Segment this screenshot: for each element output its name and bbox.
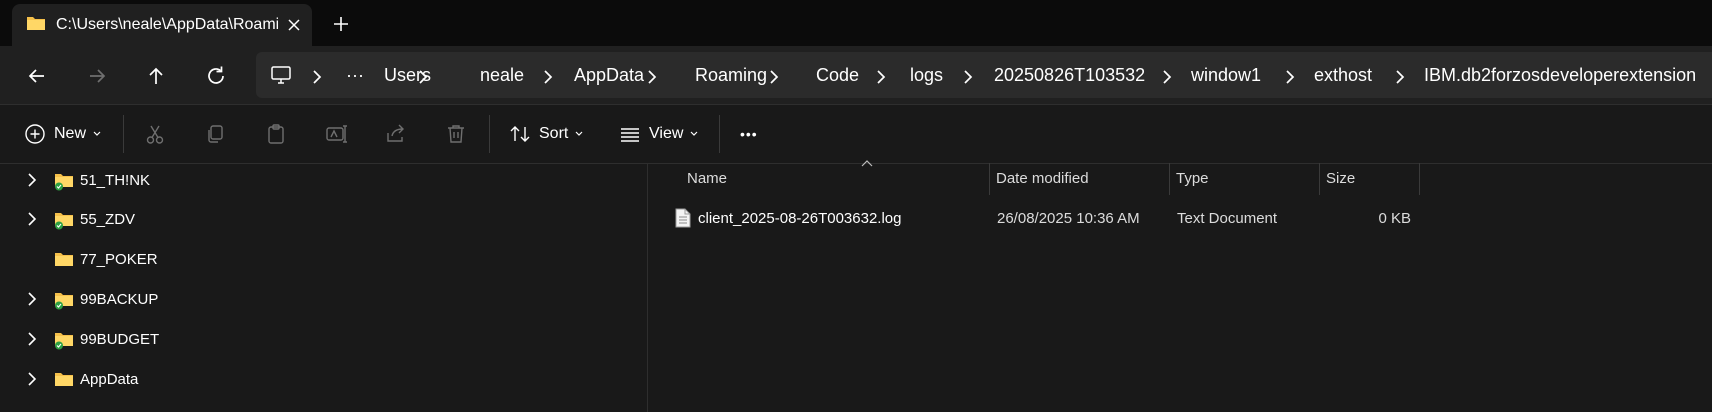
share-icon[interactable] xyxy=(385,105,407,163)
file-type: Text Document xyxy=(1177,210,1278,227)
synced-folder-icon xyxy=(54,210,74,230)
column-header-label: Size xyxy=(1326,170,1356,187)
column-header-label: Type xyxy=(1176,170,1209,187)
breadcrumb-item-exthost[interactable]: exthost xyxy=(1314,65,1372,86)
text-file-icon xyxy=(675,208,691,228)
column-header-size[interactable]: Size xyxy=(1319,163,1419,195)
command-bar: New Sort View ••• xyxy=(0,104,1712,164)
tree-item[interactable]: 55_ZDV xyxy=(0,202,646,238)
folder-icon xyxy=(54,370,74,390)
column-header-label: Name xyxy=(687,170,728,187)
chevron-down-icon xyxy=(574,130,584,138)
chevron-right-icon[interactable] xyxy=(647,70,657,84)
chevron-right-icon[interactable] xyxy=(543,70,553,84)
tree-item-label: 77_POKER xyxy=(80,251,158,268)
expand-chevron-icon[interactable] xyxy=(27,173,37,187)
table-row[interactable]: client_2025-08-26T003632.log 26/08/2025 … xyxy=(648,201,1418,235)
expand-chevron-icon[interactable] xyxy=(27,292,37,306)
toolbar-divider xyxy=(489,115,490,153)
breadcrumb-item-timestamp[interactable]: 20250826T103532 xyxy=(994,65,1145,86)
chevron-down-icon xyxy=(92,130,102,138)
tree-item[interactable]: 77_POKER xyxy=(0,242,646,278)
expand-chevron-icon[interactable] xyxy=(27,372,37,386)
breadcrumb-item-window1[interactable]: window1 xyxy=(1191,65,1261,86)
sort-label: Sort xyxy=(539,125,569,142)
breadcrumb-item-roaming[interactable]: Roaming xyxy=(695,65,767,86)
tree-item-label: 55_ZDV xyxy=(80,211,136,228)
file-date-modified: 26/08/2025 10:36 AM xyxy=(997,210,1140,227)
synced-folder-icon xyxy=(54,330,74,350)
column-header-type[interactable]: Type xyxy=(1169,163,1319,195)
chevron-right-icon[interactable] xyxy=(1285,70,1295,84)
chevron-down-icon xyxy=(689,130,699,138)
delete-icon[interactable] xyxy=(445,105,467,163)
chevron-right-icon[interactable] xyxy=(963,70,973,84)
expand-chevron-icon[interactable] xyxy=(27,212,37,226)
breadcrumb-item-logs[interactable]: logs xyxy=(910,65,943,86)
tree-item[interactable]: 99BUDGET xyxy=(0,322,646,358)
up-arrow-icon[interactable] xyxy=(143,63,169,89)
column-header-label: Date modified xyxy=(996,170,1089,187)
rename-icon[interactable] xyxy=(325,105,347,163)
close-tab-icon[interactable] xyxy=(284,15,304,35)
new-button[interactable]: New xyxy=(24,105,102,163)
breadcrumb-item-neale[interactable]: neale xyxy=(480,65,524,86)
breadcrumb-item-appdata[interactable]: AppData xyxy=(574,65,644,86)
chevron-right-icon[interactable] xyxy=(1395,70,1405,84)
chevron-right-icon[interactable] xyxy=(769,70,779,84)
column-header-name[interactable]: Name xyxy=(680,160,1020,195)
navigation-pane: 51_TH!NK 55_ZDV 77_POKER 99BACKUP 99BUDG… xyxy=(0,163,648,412)
chevron-right-icon[interactable] xyxy=(418,70,428,84)
tree-item-label: AppData xyxy=(80,371,139,388)
more-options-button[interactable]: ••• xyxy=(740,105,758,163)
file-name: client_2025-08-26T003632.log xyxy=(698,210,902,227)
expand-chevron-icon[interactable] xyxy=(27,332,37,346)
breadcrumb-overflow[interactable]: ··· xyxy=(346,65,364,86)
chevron-right-icon[interactable] xyxy=(312,70,322,84)
file-size: 0 KB xyxy=(1378,210,1411,227)
forward-arrow-icon[interactable] xyxy=(84,63,110,89)
tree-item-label: 51_TH!NK xyxy=(80,172,151,189)
navigation-bar: ··· Users neale AppData Roaming Code log… xyxy=(0,46,1712,104)
paste-icon[interactable] xyxy=(265,105,287,163)
tree-item-label: 99BUDGET xyxy=(80,331,160,348)
refresh-icon[interactable] xyxy=(203,63,229,89)
toolbar-divider xyxy=(123,115,124,153)
column-header-date[interactable]: Date modified xyxy=(989,163,1169,195)
tree-item[interactable]: 51_TH!NK xyxy=(0,163,646,199)
tab-title: C:\Users\neale\AppData\Roaming\Code\logs… xyxy=(56,16,278,33)
file-list: Name Date modified Type Size client_2025… xyxy=(648,160,1712,412)
new-tab-icon[interactable] xyxy=(330,13,352,35)
tree-item-label: 99BACKUP xyxy=(80,291,159,308)
back-arrow-icon[interactable] xyxy=(24,63,50,89)
copy-icon[interactable] xyxy=(204,105,226,163)
new-label: New xyxy=(54,125,87,142)
toolbar-divider xyxy=(719,115,720,153)
view-button[interactable]: View xyxy=(619,105,699,163)
tree-item[interactable]: AppData xyxy=(0,362,646,398)
window-tab[interactable]: C:\Users\neale\AppData\Roaming\Code\logs… xyxy=(12,4,312,46)
chevron-right-icon[interactable] xyxy=(1162,70,1172,84)
folder-icon xyxy=(26,14,46,32)
more-options-icon: ••• xyxy=(740,126,758,142)
address-bar[interactable]: ··· Users neale AppData Roaming Code log… xyxy=(256,52,1712,98)
view-label: View xyxy=(649,125,684,142)
synced-folder-icon xyxy=(54,290,74,310)
synced-folder-icon xyxy=(54,171,74,191)
title-bar: C:\Users\neale\AppData\Roaming\Code\logs… xyxy=(0,0,1712,46)
plus-circle-icon xyxy=(24,123,46,145)
sort-button[interactable]: Sort xyxy=(509,105,584,163)
breadcrumb-item-code[interactable]: Code xyxy=(816,65,859,86)
breadcrumb-item-extension[interactable]: IBM.db2forzosdeveloperextension xyxy=(1424,65,1696,86)
breadcrumb: ··· Users neale AppData Roaming Code log… xyxy=(256,52,1712,98)
sort-icon xyxy=(509,123,531,145)
cut-icon[interactable] xyxy=(144,105,166,163)
sort-ascending-icon xyxy=(860,159,874,169)
chevron-right-icon[interactable] xyxy=(876,70,886,84)
folder-icon xyxy=(54,250,74,270)
column-divider[interactable] xyxy=(1419,163,1420,195)
tree-item[interactable]: 99BACKUP xyxy=(0,282,646,318)
this-pc-icon[interactable] xyxy=(270,64,292,86)
view-list-icon xyxy=(619,123,641,145)
